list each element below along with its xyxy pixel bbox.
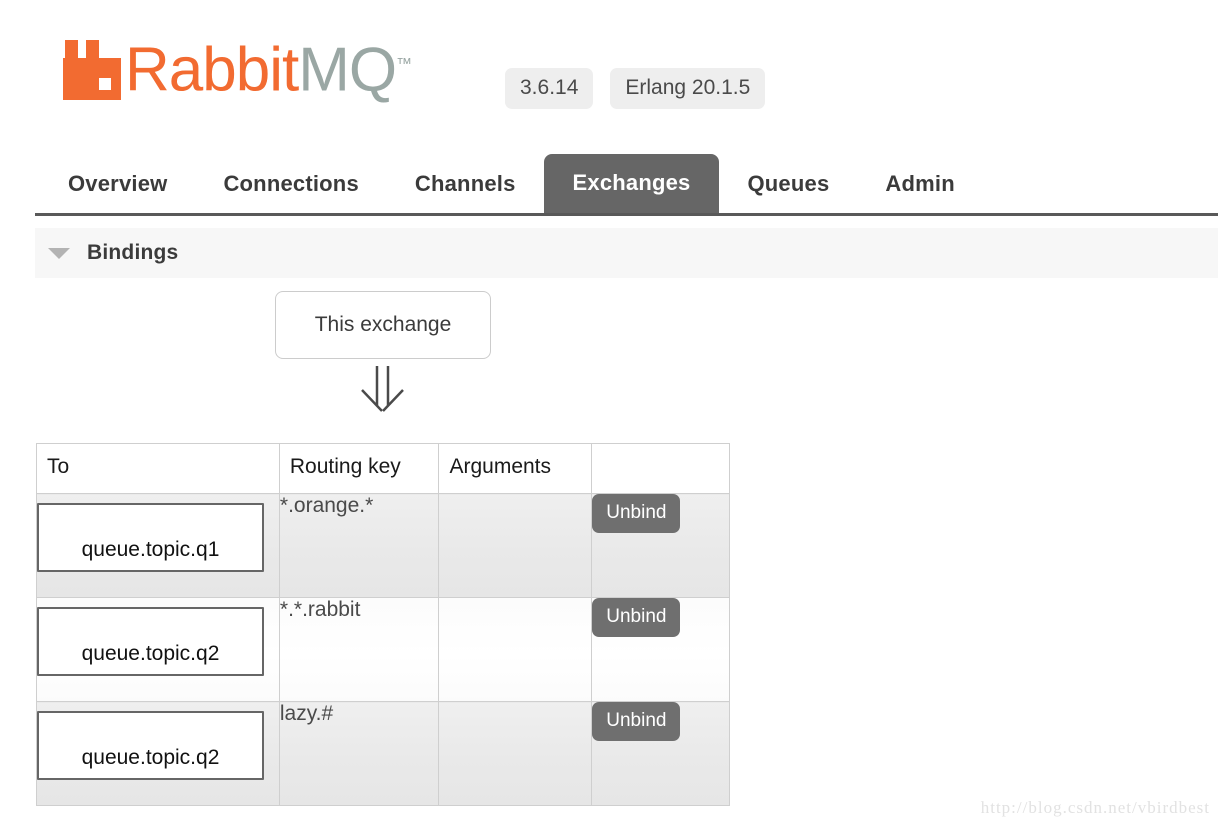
- this-exchange-node: This exchange: [275, 291, 491, 359]
- tab-admin[interactable]: Admin: [857, 158, 982, 213]
- column-header-routing-key: Routing key: [278, 443, 440, 494]
- tab-connections[interactable]: Connections: [195, 158, 386, 213]
- cell-to: queue.topic.q1: [36, 493, 280, 598]
- wordmark-rabbit: Rabbit: [125, 36, 299, 105]
- tab-exchanges[interactable]: Exchanges: [543, 154, 720, 213]
- cell-routing-key: *.orange.*: [278, 493, 440, 598]
- queue-link-label: queue.topic.q1: [81, 538, 220, 561]
- rabbitmq-logo-icon: [63, 40, 121, 100]
- tab-channels[interactable]: Channels: [387, 158, 544, 213]
- tab-overview[interactable]: Overview: [40, 158, 195, 213]
- column-header-arguments: Arguments: [438, 443, 593, 494]
- cell-routing-key: lazy.#: [278, 701, 440, 806]
- table-row: queue.topic.q2 lazy.# Unbind: [36, 701, 730, 806]
- queue-link[interactable]: queue.topic.q1: [37, 503, 264, 572]
- cell-action: Unbind: [591, 701, 730, 806]
- rabbitmq-management-page: RabbitMQ™ 3.6.14 Erlang 20.1.5 Overview …: [0, 0, 1218, 830]
- queue-link-label: queue.topic.q2: [81, 746, 220, 769]
- unbind-button[interactable]: Unbind: [592, 494, 681, 533]
- table-row: queue.topic.q1 *.orange.* Unbind: [36, 493, 730, 598]
- bindings-table-head: To Routing key Arguments: [36, 443, 730, 494]
- cell-arguments: [438, 597, 593, 702]
- double-down-arrow-icon: [352, 366, 414, 414]
- unbind-button[interactable]: Unbind: [592, 702, 681, 741]
- cell-action: Unbind: [591, 493, 730, 598]
- bindings-section-header[interactable]: Bindings: [35, 228, 1218, 278]
- cell-to: queue.topic.q2: [36, 597, 280, 702]
- table-header-row: To Routing key Arguments: [36, 443, 730, 494]
- cell-routing-key: *.*.rabbit: [278, 597, 440, 702]
- tab-queues[interactable]: Queues: [719, 158, 857, 213]
- bindings-table: To Routing key Arguments queue.topic.q1 …: [36, 443, 730, 806]
- table-row: queue.topic.q2 *.*.rabbit Unbind: [36, 597, 730, 702]
- unbind-button[interactable]: Unbind: [592, 598, 681, 637]
- main-navigation: Overview Connections Channels Exchanges …: [0, 148, 1218, 216]
- queue-link-label: queue.topic.q2: [81, 642, 220, 665]
- nav-tab-list: Overview Connections Channels Exchanges …: [40, 148, 983, 213]
- bindings-table-body: queue.topic.q1 *.orange.* Unbind queue.t…: [36, 493, 730, 806]
- erlang-version-badge: Erlang 20.1.5: [610, 68, 766, 109]
- this-exchange-label: This exchange: [314, 313, 452, 336]
- column-header-actions: [591, 443, 730, 494]
- column-header-to: To: [36, 443, 280, 494]
- bindings-section-title: Bindings: [87, 241, 179, 264]
- cell-action: Unbind: [591, 597, 730, 702]
- server-version-badge: 3.6.14: [505, 68, 594, 109]
- page-header: RabbitMQ™ 3.6.14 Erlang 20.1.5: [0, 0, 1218, 140]
- cell-to: queue.topic.q2: [36, 701, 280, 806]
- queue-link[interactable]: queue.topic.q2: [37, 711, 264, 780]
- rabbitmq-logo[interactable]: RabbitMQ™: [63, 26, 412, 102]
- version-badges: 3.6.14 Erlang 20.1.5: [505, 68, 766, 109]
- cell-arguments: [438, 701, 593, 806]
- chevron-down-icon[interactable]: [48, 247, 70, 259]
- wordmark-mq: MQ: [298, 36, 397, 105]
- rabbitmq-wordmark: RabbitMQ™: [125, 34, 412, 102]
- nav-underline: [35, 213, 1218, 216]
- queue-link[interactable]: queue.topic.q2: [37, 607, 264, 676]
- cell-arguments: [438, 493, 593, 598]
- watermark-text: http://blog.csdn.net/vbirdbest: [980, 798, 1210, 817]
- trademark-symbol: ™: [396, 56, 413, 74]
